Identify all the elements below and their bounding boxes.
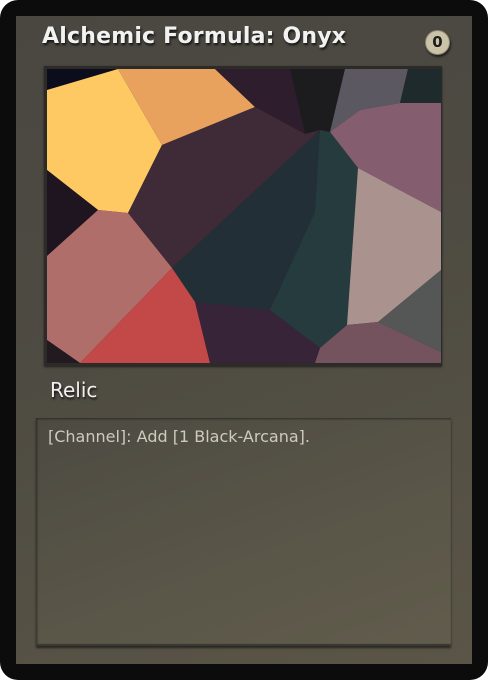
rules-text-box: [Channel]: Add [1 Black-Arcana].	[36, 418, 451, 646]
voronoi-mosaic-art	[47, 69, 441, 363]
card-border[interactable]: Alchemic Formula: Onyx 0 Relic [Channel]…	[0, 0, 488, 680]
card-title: Alchemic Formula: Onyx	[42, 24, 347, 49]
type-line: Relic	[50, 378, 98, 402]
card-art	[47, 69, 441, 363]
rules-text: [Channel]: Add [1 Black-Arcana].	[48, 427, 310, 446]
mana-cost-badge: 0	[425, 30, 450, 55]
